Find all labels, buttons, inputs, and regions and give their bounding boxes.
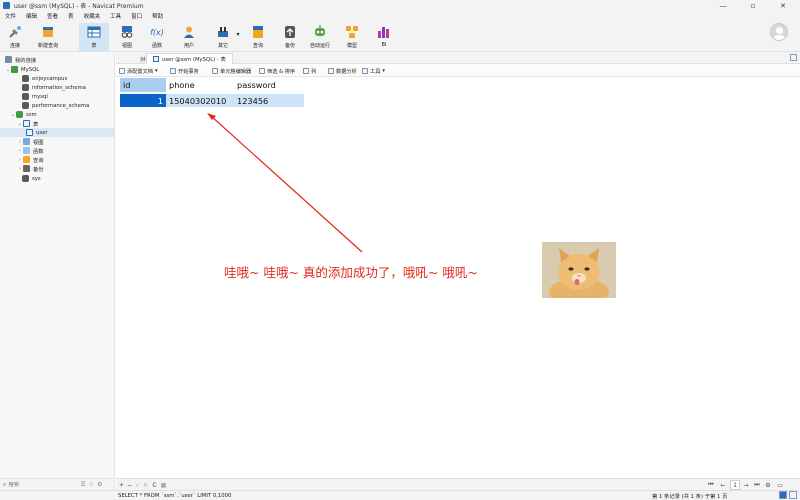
stop-button[interactable]: ■ [160,480,167,490]
settings-icon[interactable]: ⚙ [97,481,102,488]
refresh-button[interactable]: C [151,480,158,490]
search-input[interactable] [8,481,69,488]
settings-icon[interactable]: ⚙ [764,480,772,490]
grid-nav-bar: + − ✓ ✕ C ■ ⏮ ← 1 → ⏭ ⚙ ▭ [116,478,800,490]
search-icon: ⌕ [3,480,7,488]
add-record-button[interactable]: + [118,480,125,490]
annotation-caption: 哇哦~ 哇哦~ 真的添加成功了，哦吼~ 哦吼~ [224,265,478,280]
status-bar: SELECT * FROM `ssm`.`user` LIMIT 0,1000 … [0,490,800,500]
star-icon[interactable]: ☆ [89,481,94,488]
page-number-input[interactable]: 1 [730,480,740,490]
delete-record-button[interactable]: − [126,480,133,490]
filter-icon[interactable]: ☰ [80,481,85,488]
form-view-icon[interactable] [789,491,797,499]
expand-icon[interactable]: ▭ [776,480,784,490]
last-page-button[interactable]: ⏭ [753,480,761,490]
cat-image [542,242,616,298]
sidebar-search-bar: ⌕ ☰ ☆ ⚙ [0,478,115,490]
record-count: 第 1 条记录 (共 1 条) 于第 1 页 [652,493,728,500]
prev-page-button[interactable]: ← [719,480,727,490]
next-page-button[interactable]: → [742,480,750,490]
grid-view-icon[interactable] [779,491,787,499]
sql-statement: SELECT * FROM `ssm`.`user` LIMIT 0,1000 [118,492,232,499]
annotation-arrow [207,113,363,253]
apply-changes-button[interactable]: ✓ [134,480,141,490]
discard-changes-button[interactable]: ✕ [142,480,149,490]
first-page-button[interactable]: ⏮ [707,480,715,490]
